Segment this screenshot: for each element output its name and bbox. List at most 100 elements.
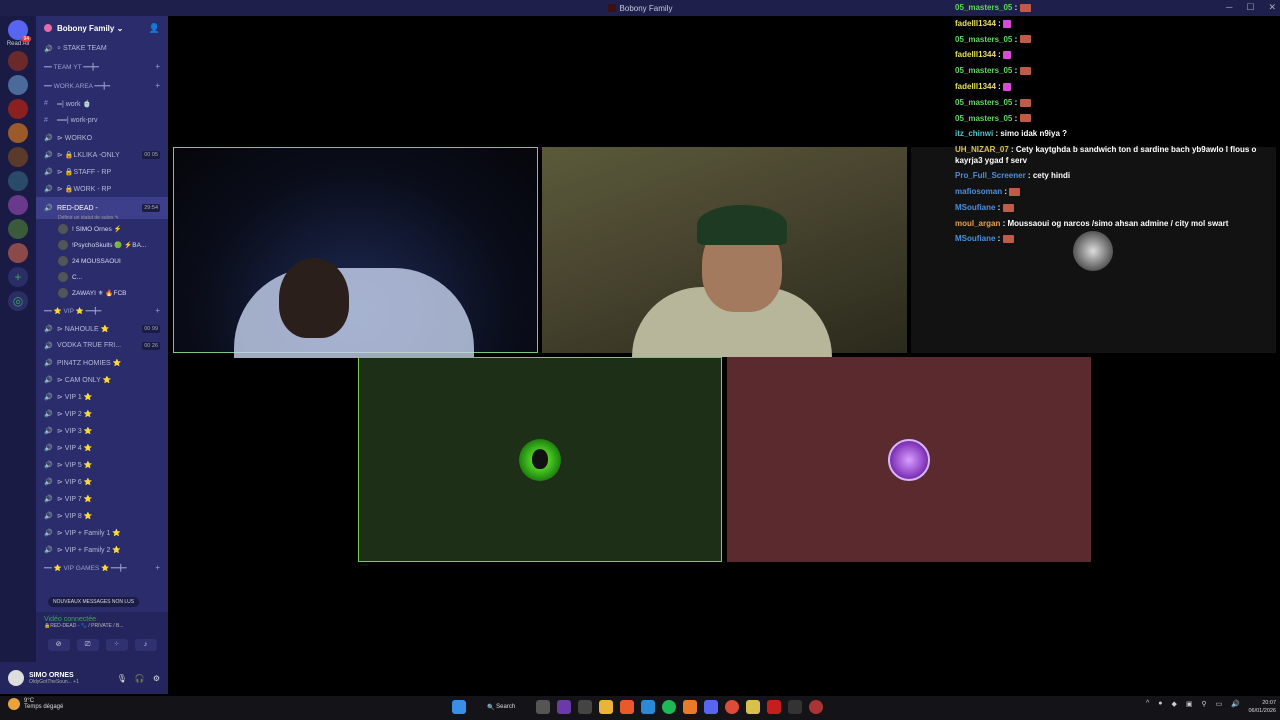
app-icon[interactable]	[557, 700, 572, 714]
spotify-icon[interactable]	[662, 700, 677, 714]
channel-item[interactable]: 🔊 ⊳ 🔒LKLIKA -ONLY 00 05	[36, 146, 168, 163]
volume-icon[interactable]: 🔊	[1231, 700, 1240, 708]
chat-username[interactable]: UH_NIZAR_07	[955, 145, 1009, 154]
screen-share-button[interactable]: ⎚	[76, 639, 99, 651]
channel-item[interactable]: # ══| work-prv	[36, 112, 168, 129]
server-icon[interactable]	[8, 75, 28, 95]
activities-button[interactable]: ⁘	[105, 639, 128, 651]
add-server-icon[interactable]: +	[8, 267, 28, 287]
chat-username[interactable]: moul_argan	[955, 219, 1000, 228]
channel-item[interactable]: 🔊 ⊳ VIP 6 ⭐	[36, 473, 168, 490]
tray-icon[interactable]: ◆	[1172, 700, 1177, 708]
voice-status-subtitle[interactable]: 🔒RED-DEAD - 🐾 / PRIVATE / B...	[44, 623, 160, 629]
chrome-icon[interactable]	[725, 700, 740, 714]
chat-username[interactable]: 05_masters_05	[955, 66, 1012, 75]
voice-tile[interactable]	[727, 357, 1091, 562]
chat-username[interactable]: Pro_Full_Screener	[955, 171, 1026, 180]
app-icon[interactable]	[809, 700, 824, 714]
firefox-icon[interactable]	[620, 700, 635, 714]
server-icon[interactable]	[8, 243, 28, 263]
chat-username[interactable]: MSoufiane	[955, 234, 995, 243]
chat-username[interactable]: 05_masters_05	[955, 98, 1012, 107]
clock[interactable]: 20:07 06/01/2026	[1248, 699, 1276, 715]
channel-item[interactable]: 🔊 ⊳ VIP 5 ⭐	[36, 456, 168, 473]
app-icon[interactable]	[746, 700, 761, 714]
tray-icon[interactable]: ●	[1158, 700, 1162, 708]
tray-icon[interactable]: ⚲	[1202, 700, 1207, 708]
video-tile-1[interactable]	[173, 147, 538, 358]
channel-item[interactable]: 🔊 ⊳ CAM ONLY ⭐	[36, 371, 168, 388]
server-icon[interactable]	[8, 147, 28, 167]
chat-username[interactable]: itz_chinwi	[955, 129, 993, 138]
chat-username[interactable]: mafiosoman	[955, 187, 1002, 196]
channel-item[interactable]: 🔊 ⸰ STAKE TEAM	[36, 40, 168, 57]
voice-member[interactable]: !PsychoSkulls 🟢 ⚡BA...	[36, 237, 168, 253]
mic-icon[interactable]: 🎙	[117, 674, 127, 683]
app-icon[interactable]	[767, 700, 782, 714]
add-channel-icon[interactable]: +	[155, 62, 160, 71]
channel-item[interactable]: 🔊 ⊳ 🔒STAFF - RP	[36, 163, 168, 180]
channel-item[interactable]: 🔊 ⊳ VIP 2 ⭐	[36, 405, 168, 422]
chat-username[interactable]: fadelll1344	[955, 82, 996, 91]
voice-member[interactable]: ! SIMO Ornes ⚡	[36, 221, 168, 237]
add-channel-icon[interactable]: +	[155, 563, 160, 572]
start-icon[interactable]	[452, 700, 466, 714]
settings-gear-icon[interactable]: ⚙	[153, 674, 160, 683]
discord-icon[interactable]	[704, 700, 719, 714]
app-icon[interactable]	[683, 700, 698, 714]
channel-item[interactable]: 🔊 VODKA TRUE FRI... 00 26	[36, 337, 168, 354]
invite-icon[interactable]: 👤	[149, 23, 160, 34]
add-channel-icon[interactable]: +	[155, 81, 160, 90]
weather-widget[interactable]: 9°C Temps dégagé	[8, 698, 63, 710]
server-icon[interactable]	[8, 171, 28, 191]
read-all-button[interactable]: Read All	[0, 41, 36, 47]
file-explorer-icon[interactable]	[599, 700, 614, 714]
channel-item[interactable]: 🔊 ⊳ 🔒WORK - RP	[36, 180, 168, 197]
chat-username[interactable]: 05_masters_05	[955, 3, 1012, 12]
channel-item[interactable]: 🔊 ⊳ VIP 8 ⭐	[36, 507, 168, 524]
headphones-icon[interactable]: 🎧	[135, 674, 145, 683]
voice-tile-speaking[interactable]	[358, 357, 722, 562]
voice-member[interactable]: ZAWAYI ⚜ 🔥FCB	[36, 285, 168, 301]
voice-member[interactable]: 24 MOUSSAOUI	[36, 253, 168, 269]
server-icon[interactable]	[8, 219, 28, 239]
channel-item[interactable]: 🔊 ⊳ WORKO	[36, 129, 168, 146]
channel-item[interactable]: 🔊 ⊳ VIP 1 ⭐	[36, 388, 168, 405]
chevron-up-icon[interactable]: ^	[1146, 700, 1149, 708]
soundboard-button[interactable]: ♪	[134, 639, 157, 651]
channel-item[interactable]: 🔊 ⊳ NAHOULE ⭐ 00 99	[36, 320, 168, 337]
category-header[interactable]: ━━ TEAM YT ━━╋━ +	[36, 57, 168, 76]
server-header[interactable]: Bobony Family ⌄ 👤	[36, 16, 168, 40]
server-icon[interactable]	[8, 99, 28, 119]
chat-username[interactable]: 05_masters_05	[955, 114, 1012, 123]
app-icon[interactable]	[578, 700, 593, 714]
discover-icon[interactable]: ◎	[8, 291, 28, 311]
server-icon[interactable]	[8, 51, 28, 71]
channel-item[interactable]: # ═| work 🍵	[36, 95, 168, 112]
search-box[interactable]: 🔍 Search	[473, 699, 529, 715]
channel-item[interactable]: 🔊 ⊳ VIP 7 ⭐	[36, 490, 168, 507]
channel-item[interactable]: 🔊 PIN4TZ HOMIES ⭐	[36, 354, 168, 371]
task-view-icon[interactable]	[536, 700, 551, 714]
channel-item[interactable]: 🔊 ⊳ VIP 4 ⭐	[36, 439, 168, 456]
add-channel-icon[interactable]: +	[155, 306, 160, 315]
channel-item[interactable]: 🔊 ⊳ VIP + Family 2 ⭐	[36, 541, 168, 558]
server-icon[interactable]	[8, 195, 28, 215]
network-icon[interactable]: ▭	[1216, 700, 1223, 708]
camera-off-button[interactable]: ⊘	[47, 639, 70, 651]
tray-icon[interactable]: ▣	[1186, 700, 1193, 708]
app-icon[interactable]	[788, 700, 803, 714]
avatar[interactable]	[8, 670, 24, 686]
chat-username[interactable]: MSoufiane	[955, 203, 995, 212]
voice-member[interactable]: C...	[36, 269, 168, 285]
category-header[interactable]: ━━ WORK AREA ━━╋━ +	[36, 76, 168, 95]
edge-icon[interactable]	[641, 700, 656, 714]
new-messages-pill[interactable]: NOUVEAUX MESSAGES NON LUS	[48, 597, 140, 607]
home-button[interactable]: 94	[8, 20, 31, 42]
video-tile-2[interactable]	[542, 147, 907, 357]
channel-item[interactable]: 🔊 ⊳ VIP + Family 1 ⭐	[36, 524, 168, 541]
server-icon[interactable]	[8, 123, 28, 143]
category-header[interactable]: ━━ ⭐ VIP GAMES ⭐ ━━╋━ +	[36, 558, 168, 577]
chat-username[interactable]: 05_masters_05	[955, 35, 1012, 44]
category-header[interactable]: ━━ ⭐ VIP ⭐ ━━╋━ +	[36, 301, 168, 320]
